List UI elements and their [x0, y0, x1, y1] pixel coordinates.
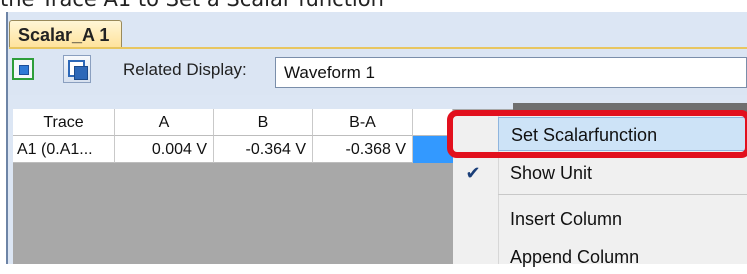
column-header-b-a[interactable]: B-A: [313, 109, 413, 136]
table-cell-trace[interactable]: A1 (0.A1...: [13, 136, 115, 163]
column-header-a[interactable]: A: [115, 109, 214, 136]
window-icon-overlay: [74, 66, 88, 80]
stop-icon: [19, 65, 29, 75]
check-icon: ✔: [465, 163, 481, 183]
related-display-label: Related Display:: [123, 60, 247, 79]
instruction-caption: the Trace A1 to Set a Scalar function: [0, 0, 747, 12]
menu-item-append-column[interactable]: Append Column: [498, 240, 747, 274]
table-cell-a[interactable]: 0.004 V: [115, 136, 214, 163]
highlight-callout: [447, 110, 747, 158]
menu-item-insert-column[interactable]: Insert Column: [498, 202, 747, 236]
menu-separator: [498, 194, 747, 195]
related-display-select[interactable]: Waveform 1: [275, 57, 747, 88]
column-header-trace[interactable]: Trace: [13, 109, 115, 136]
table-cell-b-a[interactable]: -0.368 V: [313, 136, 413, 163]
table-cell-b[interactable]: -0.364 V: [214, 136, 313, 163]
window-arrange-button[interactable]: [63, 55, 91, 83]
column-header-b[interactable]: B: [214, 109, 313, 136]
menu-item-show-unit[interactable]: Show Unit: [498, 156, 747, 190]
tab-scalar-a1[interactable]: Scalar_A 1: [9, 20, 122, 48]
stop-button[interactable]: [12, 58, 34, 80]
